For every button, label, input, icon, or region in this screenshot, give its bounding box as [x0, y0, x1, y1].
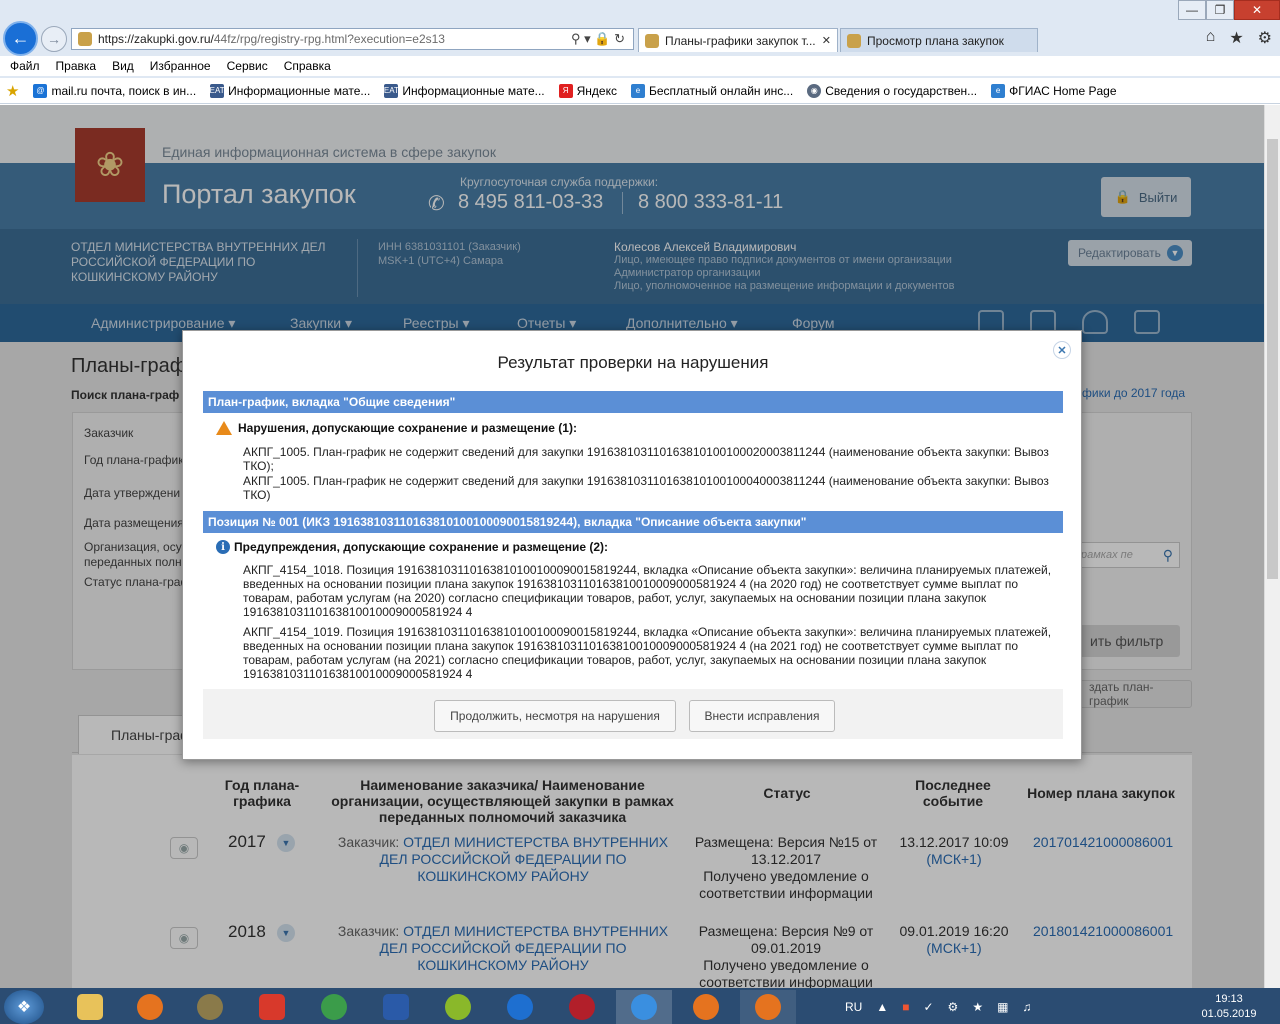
address-bar[interactable]: https://zakupki.gov.ru/44fz/rpg/registry… [71, 28, 634, 50]
tab-label: Просмотр плана закупок [867, 33, 1004, 48]
address-tools: ⚲ ▾ 🔒 ↻ [571, 31, 625, 46]
fav-info-1[interactable]: EAT Информационные мате... [210, 83, 370, 98]
violation-message: АКПГ_1005. План-график не содержит сведе… [243, 474, 1049, 502]
make-corrections-button[interactable]: Внести исправления [689, 700, 835, 732]
fav-free-online[interactable]: e Бесплатный онлайн инс... [630, 83, 793, 98]
fav-gov-info[interactable]: ◉ Сведения о государствен... [807, 83, 977, 98]
favorites-add-icon[interactable]: ★ [6, 82, 19, 100]
lock-icon[interactable]: 🔒 [594, 31, 610, 46]
violations-dialog: Результат проверки на нарушения ✕ План-г… [182, 330, 1082, 760]
windows-start-icon[interactable]: ❖ [4, 990, 44, 1024]
browser-right-icons: ⌂ ★ ⚙ [1206, 28, 1272, 48]
globe-icon: ◉ [807, 83, 822, 98]
menu-bar: Файл Правка Вид Избранное Сервис Справка [0, 56, 1280, 76]
warning-message: АКПГ_4154_1019. Позиция 1916381031101638… [243, 625, 1052, 681]
teamviewer-icon[interactable] [492, 990, 548, 1024]
tray-icon[interactable]: ■ [902, 1000, 909, 1014]
warning-icon [216, 421, 232, 435]
forward-button[interactable]: → [41, 26, 67, 52]
favorites-star-icon[interactable]: ★ [1229, 28, 1243, 48]
eat-icon: EAT [384, 83, 399, 98]
fav-mailru[interactable]: @ mail.ru почта, поиск в ин... [33, 83, 196, 98]
firefox-icon[interactable] [122, 990, 178, 1024]
tab-view-plan[interactable]: Просмотр плана закупок [840, 28, 1038, 52]
favorites-bar: ★ @ mail.ru почта, поиск в ин... EAT Инфор… [0, 78, 1280, 104]
tab-favicon-icon [847, 33, 861, 48]
ie-icon: e [991, 83, 1006, 98]
violation-message: АКПГ_1005. План-график не содержит сведе… [243, 445, 1049, 473]
menu-help[interactable]: Справка [284, 59, 331, 73]
tab-label: Планы-графики закупок т... [665, 33, 816, 48]
restore-button[interactable]: ❐ [1206, 0, 1234, 20]
settings-gear-icon[interactable]: ⚙ [1258, 28, 1272, 48]
section-bar-general: План-график, вкладка "Общие сведения" [203, 391, 1063, 413]
app-icon[interactable] [182, 990, 238, 1024]
menu-tools[interactable]: Сервис [227, 59, 268, 73]
window-controls: — ❐ ✕ [1178, 0, 1280, 20]
eat-icon: EAT [210, 83, 225, 98]
refresh-icon[interactable]: ↻ [614, 31, 625, 46]
minimize-button[interactable]: — [1178, 0, 1206, 20]
tray-icon[interactable]: ✓ [923, 1000, 933, 1014]
back-button[interactable]: ← [3, 21, 38, 56]
warning-message: АКПГ_4154_1018. Позиция 1916381031101638… [243, 563, 1052, 619]
tray-icon[interactable]: ★ [972, 1000, 983, 1014]
app-crimson-icon[interactable] [554, 990, 610, 1024]
search-icon[interactable]: ⚲ [571, 31, 581, 46]
violations-heading: Нарушения, допускающие сохранение и разм… [216, 421, 577, 435]
ie-taskbar-icon[interactable] [616, 990, 672, 1024]
chrome-icon[interactable] [306, 990, 362, 1024]
fav-yandex[interactable]: Я Яндекс [558, 83, 617, 98]
network-icon[interactable]: ▦ [997, 1000, 1008, 1014]
clock[interactable]: 19:13 01.05.2019 [1196, 990, 1262, 1022]
warnings-heading: i Предупреждения, допускающие сохранение … [216, 540, 608, 554]
mail-icon: @ [33, 83, 48, 98]
word-icon[interactable] [368, 990, 424, 1024]
tab-plans-graphs[interactable]: Планы-графики закупок т... ✕ [638, 28, 838, 52]
firefox-icon[interactable] [740, 990, 796, 1024]
firefox-icon[interactable] [678, 990, 734, 1024]
continue-anyway-button[interactable]: Продолжить, несмотря на нарушения [434, 700, 676, 732]
language-indicator[interactable]: RU [845, 1000, 862, 1014]
tray-icon[interactable]: ⚙ [948, 1000, 959, 1014]
yandex-icon: Я [558, 83, 573, 98]
close-icon[interactable]: ✕ [1053, 341, 1071, 359]
fav-info-2[interactable]: EAT Информационные мате... [384, 83, 545, 98]
close-window-button[interactable]: ✕ [1234, 0, 1280, 20]
app-green-icon[interactable] [430, 990, 486, 1024]
page-scrollbar[interactable] [1264, 105, 1280, 988]
site-favicon-icon [78, 32, 92, 46]
volume-icon[interactable]: ♫ [1022, 1000, 1031, 1014]
url-host: https://zakupki.gov.ru/ [98, 32, 214, 46]
ie-icon: e [630, 83, 645, 98]
tray-icon[interactable]: ▲ [876, 1000, 888, 1014]
section-bar-position: Позиция № 001 (ИКЗ 191638103110163810100… [203, 511, 1063, 533]
menu-view[interactable]: Вид [112, 59, 134, 73]
info-icon: i [216, 540, 230, 554]
scrollbar-thumb[interactable] [1267, 139, 1278, 579]
system-tray: RU ▲ ■ ✓ ⚙ ★ ▦ ♫ [845, 990, 1031, 1024]
menu-file[interactable]: Файл [10, 59, 40, 73]
menu-favorites[interactable]: Избранное [150, 59, 211, 73]
tab-favicon-icon [645, 33, 659, 48]
home-icon[interactable]: ⌂ [1206, 28, 1216, 48]
fav-fgias[interactable]: e ФГИАС Home Page [991, 83, 1117, 98]
app-red-icon[interactable] [244, 990, 300, 1024]
url-path: 44fz/rpg/registry-rpg.html?execution=e2s… [213, 32, 445, 46]
menu-edit[interactable]: Правка [56, 59, 97, 73]
dialog-title: Результат проверки на нарушения [497, 353, 769, 372]
close-tab-icon[interactable]: ✕ [822, 34, 831, 47]
explorer-icon[interactable] [62, 990, 118, 1024]
